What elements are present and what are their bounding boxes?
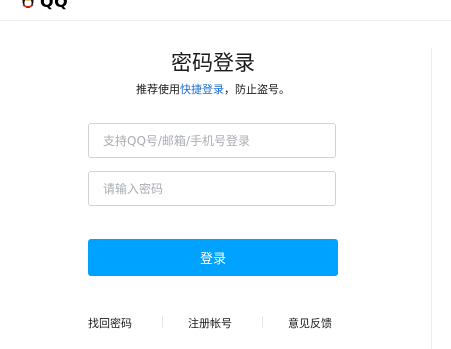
find-password-link[interactable]: 找回密码 bbox=[88, 315, 132, 331]
logo-text: QQ bbox=[40, 0, 69, 11]
footer-links: 找回密码 注册帐号 意见反馈 bbox=[0, 315, 451, 331]
password-input[interactable] bbox=[88, 171, 336, 206]
register-link[interactable]: 注册帐号 bbox=[188, 315, 232, 331]
link-divider bbox=[162, 316, 163, 328]
feedback-link[interactable]: 意见反馈 bbox=[288, 315, 332, 331]
quick-login-link[interactable]: 快捷登录 bbox=[180, 83, 224, 96]
qq-penguin-icon bbox=[22, 0, 34, 8]
qq-logo[interactable]: QQ bbox=[19, 0, 68, 11]
top-bar: QQ bbox=[0, 0, 451, 21]
vertical-divider bbox=[431, 48, 432, 349]
hint-prefix: 推荐使用 bbox=[136, 83, 180, 96]
login-button[interactable]: 登录 bbox=[88, 239, 338, 276]
hint-suffix: ，防止盗号。 bbox=[224, 83, 290, 96]
link-divider bbox=[262, 316, 263, 328]
page-title: 密码登录 bbox=[171, 51, 255, 75]
login-hint: 推荐使用快捷登录，防止盗号。 bbox=[0, 81, 426, 97]
account-input[interactable] bbox=[88, 123, 336, 158]
